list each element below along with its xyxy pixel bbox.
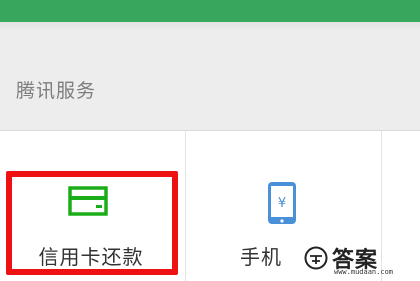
phone-icon: ¥	[268, 182, 296, 224]
service-label: 手机	[240, 245, 282, 269]
top-header-bar	[0, 0, 420, 22]
highlight-annotation-box	[6, 171, 178, 275]
section-title: 腾讯服务	[16, 80, 97, 102]
watermark-logo-icon	[304, 246, 328, 270]
svg-text:¥: ¥	[278, 196, 286, 211]
watermark-url: www.mudaan.com	[334, 268, 394, 276]
header-shadow	[0, 22, 420, 31]
watermark: 答案 www.mudaan.com	[302, 242, 412, 278]
